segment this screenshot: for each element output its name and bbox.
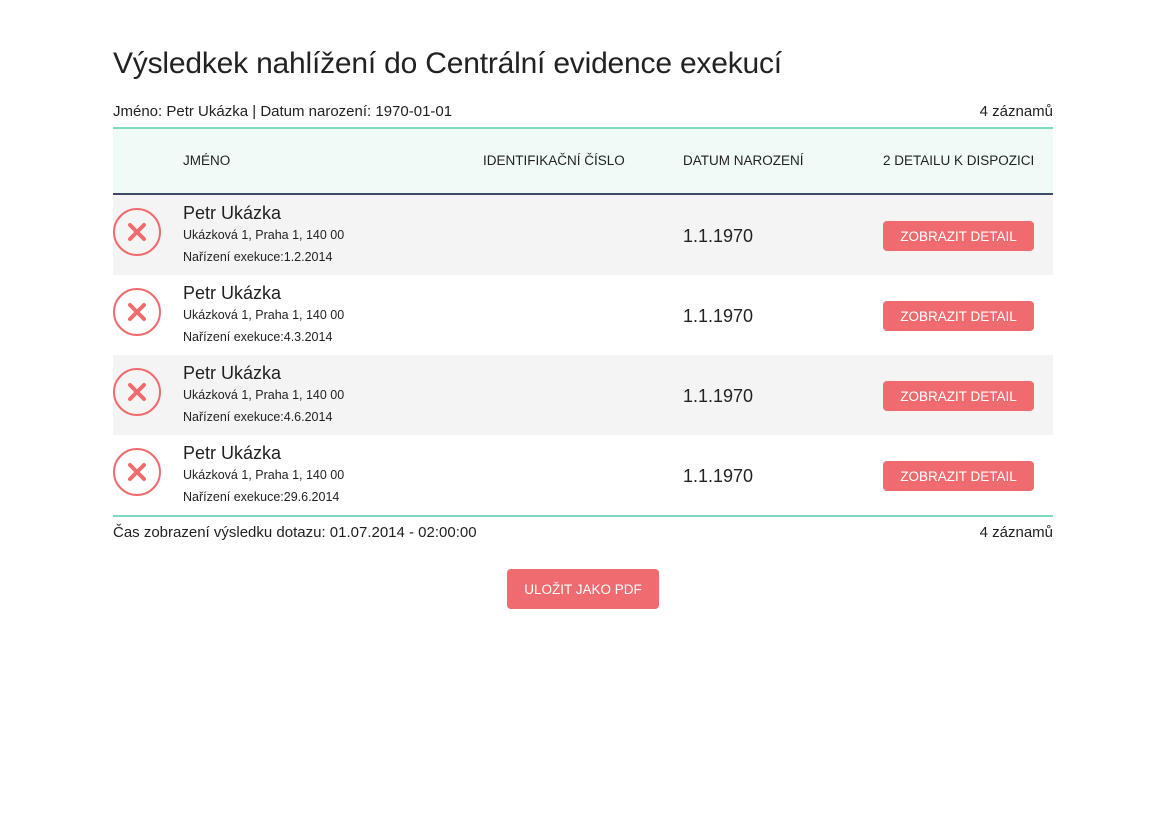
record-count: 4 záznamů — [979, 102, 1053, 120]
page-title: Výsledkek nahlížení do Centrální evidenc… — [113, 47, 782, 80]
row-address: Ukázková 1, Praha 1, 140 00 — [183, 468, 345, 482]
query-meta: Jméno: Petr Ukázka | Datum narození: 197… — [113, 101, 1053, 121]
row-order-date: Nařízení exekuce:1.2.2014 — [183, 250, 333, 264]
cross-icon — [113, 208, 161, 256]
row-dob: 1.1.1970 — [683, 306, 754, 326]
show-detail-button[interactable]: Zobrazit detail — [883, 461, 1034, 491]
row-name: Petr Ukázka — [183, 203, 282, 223]
row-order-date: Nařízení exekuce:29.6.2014 — [183, 490, 340, 504]
save-as-pdf-button[interactable]: Uložit jako PDF — [507, 569, 659, 609]
table-row: Petr Ukázka Ukázková 1, Praha 1, 140 00 … — [113, 195, 1053, 275]
row-address: Ukázková 1, Praha 1, 140 00 — [183, 308, 345, 322]
meta-separator: | — [252, 102, 257, 120]
table-row: Petr Ukázka Ukázková 1, Praha 1, 140 00 … — [113, 355, 1053, 435]
table-row: Petr Ukázka Ukázková 1, Praha 1, 140 00 … — [113, 275, 1053, 355]
row-name: Petr Ukázka — [183, 283, 282, 303]
cross-icon — [113, 288, 161, 336]
column-header-details: 2 detailu k dispozici — [883, 153, 1035, 168]
footer-record-count: 4 záznamů — [979, 524, 1053, 541]
row-dob: 1.1.1970 — [683, 226, 754, 246]
row-order-date: Nařízení exekuce:4.6.2014 — [183, 410, 333, 424]
meta-name: Jméno: Petr Ukázka — [113, 102, 249, 120]
column-header-name: Jméno — [183, 153, 231, 168]
show-detail-button[interactable]: Zobrazit detail — [883, 381, 1034, 411]
page: Výsledkek nahlížení do Centrální evidenc… — [0, 0, 1166, 817]
column-header-id-number: Identifikační číslo — [483, 153, 625, 168]
table-footer: Čas zobrazení výsledku dotazu: 01.07.201… — [113, 515, 1053, 547]
row-name: Petr Ukázka — [183, 363, 282, 383]
show-detail-button[interactable]: Zobrazit detail — [883, 221, 1034, 251]
query-meta-info: Jméno: Petr Ukázka | Datum narození: 197… — [113, 103, 452, 120]
row-name: Petr Ukázka — [183, 443, 282, 463]
query-time: Čas zobrazení výsledku dotazu: 01.07.201… — [113, 524, 477, 541]
row-address: Ukázková 1, Praha 1, 140 00 — [183, 388, 345, 402]
cross-icon — [113, 368, 161, 416]
cross-icon — [113, 448, 161, 496]
meta-dob: Datum narození: 1970-01-01 — [260, 102, 453, 120]
table-header: Jméno Identifikační číslo Datum narození… — [113, 129, 1053, 195]
column-header-dob: Datum narození — [683, 153, 804, 168]
row-dob: 1.1.1970 — [683, 386, 754, 406]
show-detail-button[interactable]: Zobrazit detail — [883, 301, 1034, 331]
row-dob: 1.1.1970 — [683, 466, 754, 486]
row-order-date: Nařízení exekuce:4.3.2014 — [183, 330, 333, 344]
row-address: Ukázková 1, Praha 1, 140 00 — [183, 228, 345, 242]
table-row: Petr Ukázka Ukázková 1, Praha 1, 140 00 … — [113, 435, 1053, 515]
results-table: Jméno Identifikační číslo Datum narození… — [113, 127, 1053, 547]
